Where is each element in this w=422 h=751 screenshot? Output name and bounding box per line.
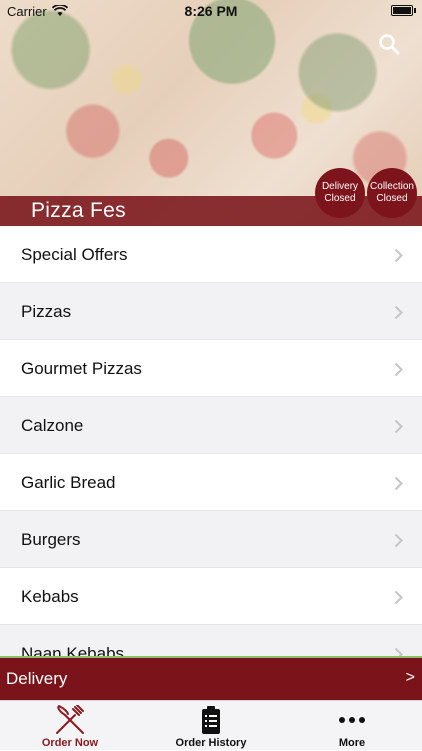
tab-bar: Order Now Order History More [0,700,422,750]
list-item[interactable]: Naan Kebabs [0,625,422,656]
chevron-right-icon [394,533,403,553]
collection-status-badge: Collection Closed [367,168,417,218]
tab-order-history[interactable]: Order History [141,701,281,751]
search-icon[interactable] [378,33,400,60]
chevron-right-icon [394,362,403,382]
list-item-label: Naan Kebabs [21,644,125,656]
list-item-label: Calzone [21,416,84,435]
tab-label: More [338,737,366,749]
list-item[interactable]: Garlic Bread [0,454,422,511]
chevron-right-icon [394,647,403,656]
tab-order-now[interactable]: Order Now [0,701,140,751]
list-item[interactable]: Kebabs [0,568,422,625]
chevron-right-icon [394,419,403,439]
chevron-right-icon [394,305,403,325]
collection-status-label: Collection [370,181,414,192]
chevron-right-icon [394,476,403,496]
collection-status-value: Closed [376,193,408,204]
clipboard-icon [200,705,222,740]
battery-icon [391,5,416,16]
list-item[interactable]: Calzone [0,397,422,454]
delivery-mode-bar[interactable]: Delivery > [0,656,422,700]
fork-knife-icon [53,704,87,740]
list-item-label: Special Offers [21,245,128,264]
chevron-right-icon [394,248,403,268]
delivery-status-value: Closed [324,193,356,204]
list-item-label: Burgers [21,530,81,549]
tab-more[interactable]: More [282,701,422,751]
list-item[interactable]: Burgers [0,511,422,568]
tab-label: Order History [175,737,247,749]
delivery-mode-arrow-icon: > [405,669,415,686]
restaurant-name: Pizza Fes [31,199,126,222]
list-item-label: Kebabs [21,587,79,606]
list-item-label: Garlic Bread [21,473,116,492]
delivery-status-badge: Delivery Closed [315,168,365,218]
ellipsis-icon [338,705,366,740]
status-bar: Carrier 8:26 PM [0,0,422,22]
menu-category-list: Special Offers Pizzas Gourmet Pizzas Cal… [0,226,422,656]
list-item-label: Gourmet Pizzas [21,359,142,378]
delivery-mode-label: Delivery [6,669,68,688]
list-item[interactable]: Special Offers [0,226,422,283]
clock-time: 8:26 PM [184,3,238,19]
chevron-right-icon [394,590,403,610]
list-item[interactable]: Gourmet Pizzas [0,340,422,397]
list-item-label: Pizzas [21,302,72,321]
list-item[interactable]: Pizzas [0,283,422,340]
tab-label: Order Now [41,737,99,749]
delivery-status-label: Delivery [321,181,359,192]
